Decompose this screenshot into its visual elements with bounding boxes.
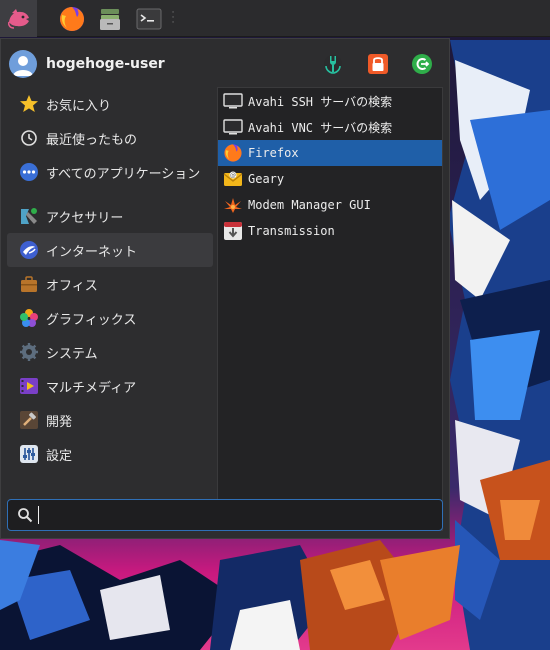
app-modem-manager-gui[interactable]: Modem Manager GUI	[218, 192, 442, 218]
firefox-icon	[60, 6, 84, 31]
file-manager-launcher[interactable]	[94, 0, 126, 37]
category-recent[interactable]: 最近使ったもの	[7, 121, 213, 155]
app-label: Avahi VNC サーバの検索	[248, 120, 393, 135]
system-icon	[19, 342, 39, 362]
file-manager-icon	[100, 8, 120, 30]
category-system[interactable]: システム	[7, 335, 213, 369]
category-label: お気に入り	[46, 98, 112, 114]
category-label: インターネット	[46, 244, 138, 260]
category-label: システム	[46, 346, 98, 362]
multimedia-icon	[19, 376, 39, 396]
category-accessories[interactable]: アクセサリー	[7, 199, 213, 233]
avatar	[9, 50, 37, 78]
app-firefox[interactable]: Firefox	[218, 140, 442, 166]
settings-manager-icon	[324, 55, 342, 74]
clock-icon	[19, 128, 39, 148]
username: hogehoge-user	[46, 56, 165, 72]
modem-icon	[223, 195, 243, 215]
terminal-icon	[136, 8, 162, 29]
category-label: 設定	[46, 448, 73, 464]
category-settings[interactable]: 設定	[7, 437, 213, 471]
app-geary[interactable]: @ Geary	[218, 166, 442, 192]
category-favorites[interactable]: お気に入り	[7, 87, 213, 121]
app-transmission[interactable]: Transmission	[218, 218, 442, 244]
category-development[interactable]: 開発	[7, 403, 213, 437]
app-label: Avahi SSH サーバの検索	[248, 94, 393, 109]
app-avahi-vnc[interactable]: Avahi VNC サーバの検索	[218, 114, 442, 140]
whisker-menu-button[interactable]	[0, 0, 37, 37]
app-label: Modem Manager GUI	[248, 198, 371, 212]
category-office[interactable]: オフィス	[7, 267, 213, 301]
star-icon	[19, 94, 39, 114]
firefox-icon	[223, 143, 243, 163]
app-label: Firefox	[248, 146, 299, 160]
terminal-launcher[interactable]	[133, 0, 165, 37]
application-list: Avahi SSH サーバの検索 Avahi VNC サーバの検索 Firefo…	[217, 87, 443, 531]
whisker-menu: hogehoge-user お気に入り 最近使ったもの すべてのアプリケーション…	[0, 38, 450, 539]
category-label: グラフィックス	[46, 312, 137, 328]
network-browser-icon	[223, 91, 243, 111]
app-label: Transmission	[248, 224, 335, 238]
search-box[interactable]	[7, 499, 443, 531]
settings-manager-button[interactable]	[321, 52, 345, 76]
svg-text:@: @	[230, 172, 236, 179]
all-apps-icon	[19, 162, 39, 182]
app-label: Geary	[248, 172, 285, 186]
settings-icon	[19, 444, 39, 464]
category-internet[interactable]: インターネット	[7, 233, 213, 267]
firefox-launcher[interactable]	[56, 0, 88, 37]
user-info: hogehoge-user	[9, 50, 165, 78]
category-all-applications[interactable]: すべてのアプリケーション	[7, 155, 213, 189]
lock-screen-button[interactable]	[366, 52, 390, 76]
category-label: すべてのアプリケーション	[46, 166, 201, 182]
category-list: お気に入り 最近使ったもの すべてのアプリケーション アクセサリー インターネッ…	[7, 87, 213, 471]
whisker-mouse-icon	[7, 8, 29, 29]
category-separator	[7, 189, 213, 199]
mail-icon: @	[223, 169, 243, 189]
graphics-icon	[19, 308, 39, 328]
accessories-icon	[19, 206, 39, 226]
text-caret	[38, 506, 39, 524]
category-label: 最近使ったもの	[46, 132, 138, 148]
panel-drag-handle[interactable]: · · ·	[168, 0, 178, 37]
development-icon	[19, 410, 39, 430]
category-label: アクセサリー	[46, 210, 124, 226]
office-icon	[19, 274, 39, 294]
category-multimedia[interactable]: マルチメディア	[7, 369, 213, 403]
category-graphics[interactable]: グラフィックス	[7, 301, 213, 335]
top-panel: · · ·	[0, 0, 550, 37]
network-browser-icon	[223, 117, 243, 137]
category-label: マルチメディア	[46, 380, 137, 396]
user-icon	[13, 56, 33, 76]
category-label: オフィス	[46, 278, 98, 294]
search-icon	[16, 506, 34, 524]
app-avahi-ssh[interactable]: Avahi SSH サーバの検索	[218, 88, 442, 114]
lock-icon	[368, 54, 388, 74]
transmission-icon	[223, 221, 243, 241]
log-out-button[interactable]	[410, 52, 434, 76]
search-input[interactable]	[45, 502, 436, 528]
category-label: 開発	[46, 414, 73, 430]
logout-icon	[412, 54, 432, 74]
internet-icon	[19, 240, 39, 260]
